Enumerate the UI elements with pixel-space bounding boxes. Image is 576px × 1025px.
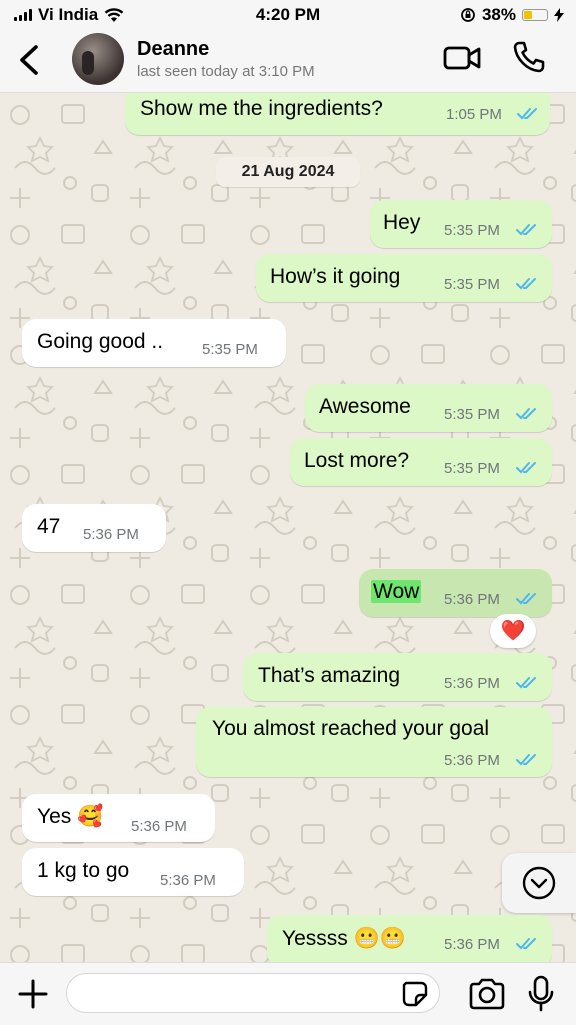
message-bubble-incoming[interactable]: 1 kg to go 5:36 PM — [22, 848, 244, 896]
battery-fill — [524, 11, 533, 19]
last-seen: last seen today at 3:10 PM — [137, 63, 315, 80]
read-receipt-icon — [516, 593, 536, 605]
message-bubble-outgoing[interactable]: Yessss 😬😬 5:36 PM — [267, 915, 552, 962]
message-text: Show me the ingredients? — [140, 97, 383, 120]
message-input[interactable] — [66, 973, 440, 1013]
message-text: Yessss 😬😬 — [282, 927, 406, 950]
message-bubble-outgoing[interactable]: How’s it going 5:35 PM — [256, 254, 552, 302]
chat-area[interactable]: Show me the ingredients? 1:05 PM 21 Aug … — [0, 93, 576, 962]
message-time: 5:36 PM — [160, 872, 216, 889]
date-divider: 21 Aug 2024 — [216, 157, 360, 187]
message-text: How’s it going — [270, 265, 401, 288]
message-text: You almost reached your goal — [212, 717, 490, 740]
plus-icon[interactable] — [16, 977, 50, 1011]
message-text: 47 — [37, 515, 61, 538]
message-text: Lost more? — [304, 449, 410, 472]
message-bubble-outgoing[interactable]: Hey 5:35 PM — [370, 200, 552, 248]
scroll-to-bottom-button[interactable] — [502, 853, 576, 913]
video-camera-icon[interactable] — [443, 44, 481, 72]
back-icon[interactable] — [14, 44, 44, 76]
message-time: 5:36 PM — [444, 936, 500, 953]
message-text: Going good .. — [37, 330, 164, 353]
message-bubble-outgoing[interactable]: Lost more? 5:35 PM — [290, 438, 552, 486]
read-receipt-icon — [516, 278, 536, 290]
message-text: Yes 🥰 — [37, 805, 104, 828]
message-text: 1 kg to go — [37, 859, 130, 882]
camera-icon[interactable] — [468, 977, 506, 1011]
read-receipt-icon — [516, 754, 536, 766]
microphone-icon[interactable] — [526, 975, 556, 1013]
message-bubble-incoming[interactable]: Yes 🥰 5:36 PM — [22, 794, 215, 842]
message-bubble-outgoing-selected[interactable]: Wow 5:36 PM — [359, 569, 552, 617]
orientation-lock-icon — [461, 8, 475, 22]
message-time: 5:36 PM — [444, 675, 500, 692]
avatar[interactable] — [72, 33, 124, 85]
contact-name[interactable]: Deanne — [137, 38, 209, 61]
charging-bolt-icon — [554, 8, 564, 22]
phone-icon[interactable] — [512, 40, 546, 74]
message-bubble-outgoing[interactable]: Show me the ingredients? 1:05 PM — [125, 93, 550, 135]
message-bubble-outgoing[interactable]: That’s amazing 5:36 PM — [243, 653, 552, 701]
composer-bar — [0, 962, 576, 1025]
message-time: 5:35 PM — [202, 341, 258, 358]
message-time: 5:35 PM — [444, 276, 500, 293]
chat-header: Deanne last seen today at 3:10 PM — [0, 30, 576, 93]
message-bubble-outgoing[interactable]: Awesome 5:35 PM — [305, 384, 552, 432]
read-receipt-icon — [516, 224, 536, 236]
read-receipt-icon — [516, 938, 536, 950]
message-time: 5:35 PM — [444, 222, 500, 239]
read-receipt-icon — [517, 108, 537, 120]
message-text: That’s amazing — [258, 664, 401, 687]
read-receipt-icon — [516, 408, 536, 420]
message-time: 5:35 PM — [444, 406, 500, 423]
message-time: 5:35 PM — [444, 460, 500, 477]
chevron-down-icon — [522, 866, 556, 900]
message-time: 5:36 PM — [444, 591, 500, 608]
highlighted-text: Wow — [371, 580, 422, 603]
battery-percent: 38% — [481, 5, 516, 24]
message-time: 5:36 PM — [83, 526, 139, 543]
message-time: 5:36 PM — [444, 752, 500, 769]
status-right-group: 38% — [460, 5, 564, 25]
sticker-icon[interactable] — [401, 980, 429, 1008]
message-time: 1:05 PM — [446, 106, 502, 123]
status-bar: Vi India 4:20 PM 38% — [0, 0, 576, 30]
battery-icon — [522, 9, 548, 21]
read-receipt-icon — [516, 677, 536, 689]
message-bubble-incoming[interactable]: Going good .. 5:35 PM — [22, 319, 286, 367]
message-text: Awesome — [319, 395, 411, 418]
read-receipt-icon — [516, 462, 536, 474]
message-time: 5:36 PM — [131, 818, 187, 835]
message-bubble-outgoing[interactable]: You almost reached your goal 5:36 PM — [196, 707, 552, 777]
message-text: Hey — [383, 211, 421, 234]
heart-reaction-icon[interactable]: ❤️ — [490, 614, 536, 648]
message-text: Wow — [371, 580, 422, 604]
message-bubble-incoming[interactable]: 47 5:36 PM — [22, 504, 166, 552]
